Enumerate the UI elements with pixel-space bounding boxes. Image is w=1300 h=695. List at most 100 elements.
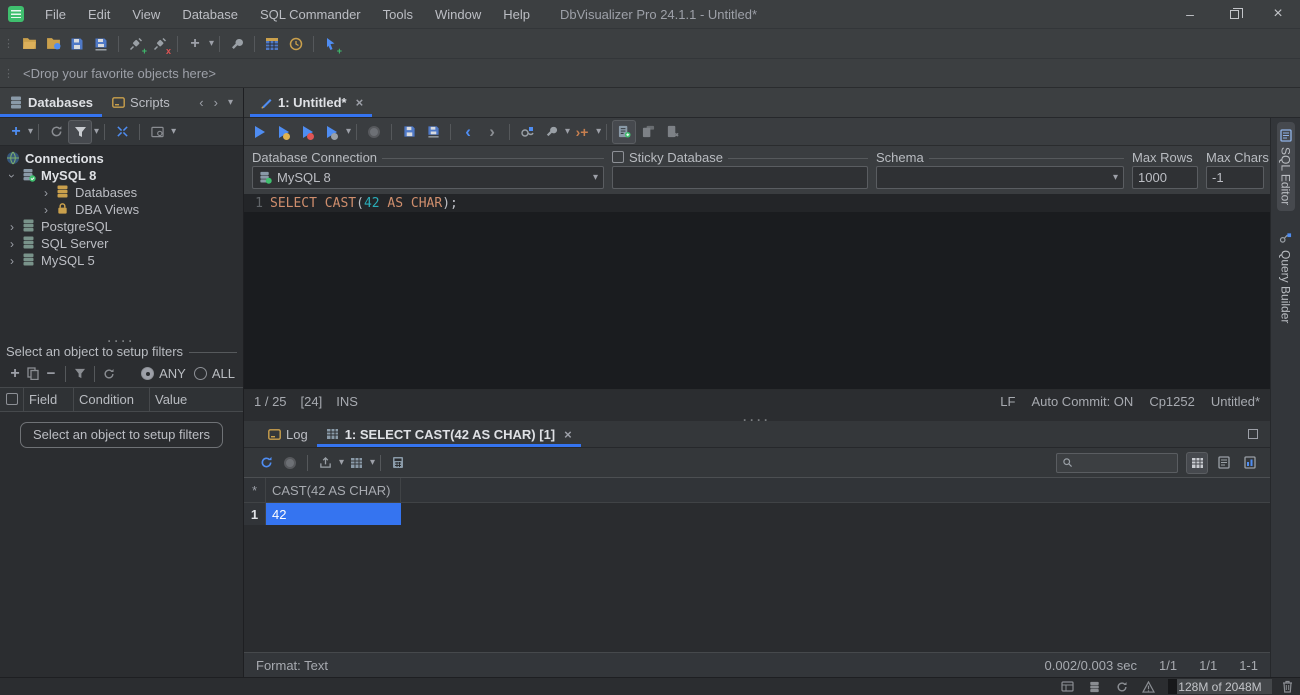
- open-file-icon[interactable]: [17, 32, 41, 56]
- calculator-icon[interactable]: [386, 451, 410, 475]
- menu-window[interactable]: Window: [424, 0, 492, 28]
- tree-node-sql-server[interactable]: › SQL Server: [0, 235, 243, 252]
- connection-dropdown[interactable]: MySQL 8 ▾: [252, 166, 604, 189]
- chevron-collapsed-icon[interactable]: ›: [6, 220, 18, 234]
- database-dropdown[interactable]: [612, 166, 868, 189]
- history-forward-icon[interactable]: ›: [480, 120, 504, 144]
- execute-current-icon[interactable]: [272, 120, 296, 144]
- chevron-collapsed-icon[interactable]: ›: [40, 186, 52, 200]
- menu-tools[interactable]: Tools: [372, 0, 424, 28]
- menu-help[interactable]: Help: [492, 0, 541, 28]
- refresh-objects-icon[interactable]: [44, 120, 68, 144]
- disconnect-icon[interactable]: x: [148, 32, 172, 56]
- column-header-condition[interactable]: Condition: [74, 387, 150, 411]
- tab-untitled-sql[interactable]: 1: Untitled* ×: [250, 88, 373, 117]
- menu-edit[interactable]: Edit: [77, 0, 121, 28]
- code-line-1[interactable]: 1 SELECT CAST(42 AS CHAR);: [244, 194, 1270, 212]
- chevron-down-icon[interactable]: ▾: [370, 457, 375, 468]
- tree-node-mysql5[interactable]: › MySQL 5: [0, 252, 243, 269]
- filter-select-all[interactable]: [0, 387, 24, 411]
- execute-buffer-icon[interactable]: [296, 120, 320, 144]
- warning-icon[interactable]: [1141, 679, 1156, 694]
- tab-prev-icon[interactable]: ‹: [199, 95, 203, 110]
- auto-commit-status[interactable]: Auto Commit: ON: [1031, 394, 1133, 409]
- chevron-collapsed-icon[interactable]: ›: [6, 237, 18, 251]
- history-back-icon[interactable]: ‹: [456, 120, 480, 144]
- refresh-filter-icon[interactable]: [100, 362, 118, 386]
- copy-filter-icon[interactable]: [24, 362, 42, 386]
- maximize-panel-icon[interactable]: [1248, 429, 1258, 439]
- sql-formatter-icon[interactable]: [539, 120, 563, 144]
- row-number-cell[interactable]: 1: [244, 503, 266, 525]
- tree-node-postgresql[interactable]: › PostgreSQL: [0, 218, 243, 235]
- menu-view[interactable]: View: [121, 0, 171, 28]
- stop-result-icon[interactable]: [278, 451, 302, 475]
- text-view-icon[interactable]: [1214, 451, 1234, 475]
- favorites-bar[interactable]: ⋮ <Drop your favorite objects here>: [0, 58, 1300, 88]
- save-sql-as-icon[interactable]: [421, 120, 445, 144]
- search-input[interactable]: [1076, 455, 1173, 470]
- tab-databases[interactable]: Databases: [0, 88, 103, 117]
- tab-scripts[interactable]: Scripts: [102, 88, 179, 117]
- database-status-icon[interactable]: [1087, 679, 1102, 694]
- grid-column-header[interactable]: CAST(42 AS CHAR): [266, 478, 401, 502]
- menu-file[interactable]: File: [34, 0, 77, 28]
- schema-dropdown[interactable]: ▾: [876, 166, 1124, 189]
- continue-on-error-icon[interactable]: ›+: [570, 120, 594, 144]
- create-object-icon[interactable]: +: [183, 32, 207, 56]
- execute-explain-icon[interactable]: [320, 120, 344, 144]
- restore-button[interactable]: [1212, 0, 1256, 28]
- chevron-down-icon[interactable]: ▾: [28, 126, 33, 137]
- chart-view-icon[interactable]: [1240, 451, 1260, 475]
- save-icon[interactable]: [65, 32, 89, 56]
- max-rows-input[interactable]: 1000: [1132, 166, 1198, 189]
- chevron-collapsed-icon[interactable]: ›: [6, 254, 18, 268]
- minimize-button[interactable]: –: [1168, 0, 1212, 28]
- results-splitter-handle[interactable]: ····: [244, 412, 1270, 426]
- sticky-database-checkbox[interactable]: [612, 151, 624, 163]
- memory-indicator[interactable]: 128M of 2048M: [1168, 679, 1272, 694]
- tab-log[interactable]: Log: [258, 421, 317, 447]
- sync-status-icon[interactable]: [1114, 679, 1129, 694]
- save-sql-icon[interactable]: [397, 120, 421, 144]
- selected-cell[interactable]: 42: [266, 503, 401, 525]
- close-tab-icon[interactable]: ×: [356, 95, 364, 110]
- show-results-grid-icon[interactable]: [612, 119, 637, 144]
- tree-node-connections[interactable]: Connections: [0, 150, 243, 167]
- grid-options-icon[interactable]: [344, 451, 368, 475]
- add-connection-icon[interactable]: +: [6, 120, 26, 144]
- chevron-down-icon[interactable]: ▾: [209, 38, 214, 49]
- close-tab-icon[interactable]: ×: [564, 427, 572, 442]
- chevron-down-icon[interactable]: ▾: [171, 126, 176, 137]
- tab-query-builder[interactable]: Query Builder: [1277, 225, 1295, 329]
- export-result-icon[interactable]: [313, 451, 337, 475]
- remove-filter-icon[interactable]: −: [42, 362, 60, 386]
- result-format[interactable]: Format: Text: [256, 658, 328, 673]
- clear-results-icon[interactable]: [660, 120, 684, 144]
- chevron-down-icon[interactable]: ▾: [94, 126, 99, 137]
- encoding[interactable]: Cp1252: [1149, 394, 1195, 409]
- pin-results-icon[interactable]: [636, 120, 660, 144]
- collapse-all-icon[interactable]: [110, 120, 134, 144]
- chevron-expanded-icon[interactable]: ›: [5, 169, 19, 183]
- tree-node-databases[interactable]: › Databases: [0, 184, 243, 201]
- connect-icon[interactable]: +: [124, 32, 148, 56]
- reload-result-icon[interactable]: [254, 451, 278, 475]
- variable-substitution-icon[interactable]: [515, 120, 539, 144]
- max-chars-input[interactable]: -1: [1206, 166, 1264, 189]
- tab-result-set[interactable]: 1: SELECT CAST(42 AS CHAR) [1] ×: [316, 421, 581, 447]
- line-ending[interactable]: LF: [1000, 394, 1015, 409]
- clock-icon[interactable]: [284, 32, 308, 56]
- tab-list-icon[interactable]: ▾: [228, 97, 233, 108]
- locate-object-icon[interactable]: [145, 120, 169, 144]
- column-header-field[interactable]: Field: [24, 387, 74, 411]
- sidebar-splitter-handle[interactable]: ····: [0, 333, 243, 347]
- save-as-icon[interactable]: [89, 32, 113, 56]
- apply-filter-icon[interactable]: [71, 362, 89, 386]
- chevron-down-icon[interactable]: ▾: [596, 126, 601, 137]
- toolbar-grip[interactable]: ⋮: [3, 37, 14, 50]
- stop-icon[interactable]: [362, 120, 386, 144]
- tab-next-icon[interactable]: ›: [214, 95, 218, 110]
- grid-corner-cell[interactable]: *: [244, 478, 266, 502]
- menu-sql-commander[interactable]: SQL Commander: [249, 0, 372, 28]
